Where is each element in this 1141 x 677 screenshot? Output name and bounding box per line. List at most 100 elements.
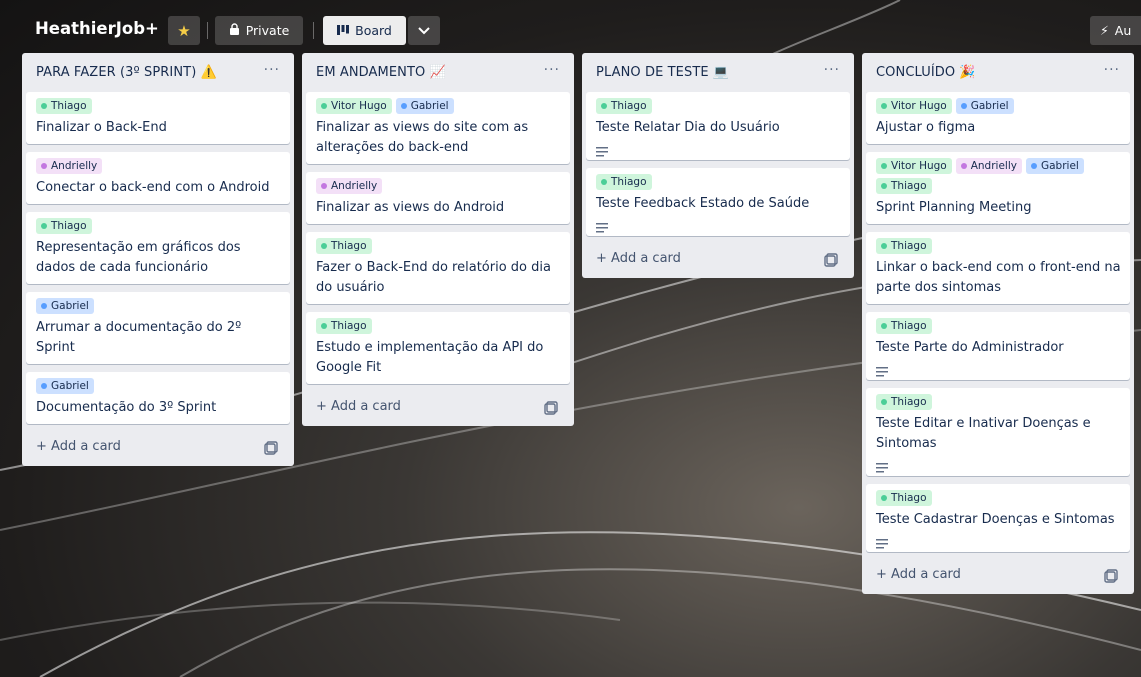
label-dot-icon	[881, 399, 887, 405]
card-labels: Andrielly	[316, 178, 562, 194]
add-card-button[interactable]: + Add a card	[876, 567, 961, 582]
lightning-icon: ⚡	[1100, 23, 1109, 38]
card[interactable]: Thiago Linkar o back-end com o front-end …	[866, 232, 1130, 304]
card[interactable]: Thiago Teste Editar e Inativar Doenças e …	[866, 388, 1130, 476]
card-labels: Thiago	[316, 318, 562, 334]
star-button[interactable]: ★	[168, 16, 200, 45]
card-label-text: Gabriel	[410, 100, 449, 112]
view-switcher-button[interactable]	[408, 16, 440, 45]
visibility-button[interactable]: Private	[215, 16, 303, 45]
add-card-row: + Add a card	[306, 392, 570, 426]
add-card-row: + Add a card	[586, 244, 850, 278]
card-template-icon[interactable]	[544, 400, 558, 415]
card[interactable]: Gabriel Arrumar a documentação do 2º Spri…	[26, 292, 290, 364]
card[interactable]: Thiago Fazer o Back-End do relatório do d…	[306, 232, 570, 304]
card-label[interactable]: Thiago	[876, 238, 932, 254]
card-template-icon[interactable]	[264, 440, 278, 455]
card-title: Arrumar a documentação do 2º Sprint	[36, 320, 242, 355]
card-label[interactable]: Thiago	[876, 318, 932, 334]
card-title: Conectar o back-end com o Android	[36, 180, 270, 195]
card-label[interactable]: Thiago	[876, 178, 932, 194]
list-title[interactable]: EM ANDAMENTO 📈	[316, 65, 446, 80]
list-header: EM ANDAMENTO 📈 ···	[306, 53, 570, 92]
card-title: Teste Feedback Estado de Saúde	[596, 196, 810, 211]
label-dot-icon	[601, 103, 607, 109]
card[interactable]: Thiago Teste Parte do Administrador	[866, 312, 1130, 380]
list-title[interactable]: PLANO DE TESTE 💻	[596, 65, 729, 80]
card-label[interactable]: Thiago	[876, 490, 932, 506]
card-label[interactable]: Thiago	[36, 218, 92, 234]
star-icon: ★	[177, 21, 191, 40]
card-label-text: Andrielly	[331, 180, 378, 192]
card-label[interactable]: Vitor Hugo	[316, 98, 392, 114]
card[interactable]: Thiago Teste Feedback Estado de Saúde	[586, 168, 850, 236]
card-label[interactable]: Thiago	[36, 98, 92, 114]
card-label[interactable]: Andrielly	[316, 178, 383, 194]
card[interactable]: Thiago Teste Relatar Dia do Usuário	[586, 92, 850, 160]
more-icon[interactable]: ···	[1104, 62, 1120, 78]
more-icon[interactable]: ···	[544, 62, 560, 78]
board-title[interactable]: HeathierJob+	[35, 19, 159, 38]
list: EM ANDAMENTO 📈 ··· Vitor Hugo Gabriel Finali…	[302, 53, 574, 426]
label-dot-icon	[960, 163, 967, 169]
board-header: HeathierJob+ ★ Private Board ⚡ Au	[0, 0, 1141, 50]
card-template-icon[interactable]	[824, 252, 838, 267]
card[interactable]: Thiago Estudo e implementação da API do G…	[306, 312, 570, 384]
card-labels: Thiago	[876, 318, 1122, 334]
card-title: Fazer o Back-End do relatório do dia do …	[316, 260, 551, 295]
card-template-icon[interactable]	[1104, 568, 1118, 583]
card-label[interactable]: Andrielly	[955, 158, 1022, 174]
card[interactable]: Gabriel Documentação do 3º Sprint	[26, 372, 290, 424]
label-dot-icon	[881, 183, 887, 189]
more-icon[interactable]: ···	[824, 62, 840, 78]
label-dot-icon	[41, 303, 47, 309]
card[interactable]: Vitor Hugo Gabriel Finalizar as views do s…	[306, 92, 570, 164]
card-label[interactable]: Gabriel	[36, 298, 94, 314]
card-label[interactable]: Gabriel	[1025, 158, 1084, 174]
card-title: Sprint Planning Meeting	[876, 200, 1032, 215]
card-labels: Thiago	[316, 238, 562, 254]
card-label-text: Thiago	[331, 320, 367, 332]
list-title[interactable]: PARA FAZER (3º SPRINT) ⚠️	[36, 65, 217, 80]
card-label[interactable]: Gabriel	[955, 98, 1014, 114]
header-divider	[313, 22, 314, 39]
card-label[interactable]: Thiago	[316, 238, 372, 254]
automation-label: Au	[1114, 23, 1132, 38]
list-header: PLANO DE TESTE 💻 ···	[586, 53, 850, 92]
card[interactable]: Andrielly Finalizar as views do Android	[306, 172, 570, 224]
card-label[interactable]: Gabriel	[395, 98, 454, 114]
card[interactable]: Thiago Teste Cadastrar Doenças e Sintomas	[866, 484, 1130, 552]
card[interactable]: Vitor Hugo Andrielly Gabriel Thiago Sprint P…	[866, 152, 1130, 224]
card-label[interactable]: Andrielly	[36, 158, 103, 174]
card-label[interactable]: Gabriel	[36, 378, 94, 394]
card-label[interactable]: Thiago	[596, 174, 652, 190]
automation-button[interactable]: ⚡ Au	[1090, 16, 1141, 45]
add-card-button[interactable]: + Add a card	[36, 439, 121, 454]
card-label[interactable]: Vitor Hugo	[876, 158, 952, 174]
visibility-label: Private	[245, 23, 290, 38]
more-icon[interactable]: ···	[264, 62, 280, 78]
card-title: Teste Editar e Inativar Doenças e Sintom…	[876, 416, 1091, 451]
label-dot-icon	[601, 179, 607, 185]
add-card-button[interactable]: + Add a card	[596, 251, 681, 266]
card[interactable]: Andrielly Conectar o back-end com o Andro…	[26, 152, 290, 204]
card[interactable]: Thiago Finalizar o Back-End	[26, 92, 290, 144]
card-labels: Gabriel	[36, 378, 282, 394]
card-labels: Thiago	[876, 394, 1122, 410]
card-label[interactable]: Thiago	[596, 98, 652, 114]
card-label-text: Thiago	[891, 492, 927, 504]
board-view-button[interactable]: Board	[323, 16, 406, 45]
card-labels: Thiago	[596, 98, 842, 114]
card-label[interactable]: Thiago	[316, 318, 372, 334]
card-labels: Gabriel	[36, 298, 282, 314]
card-label[interactable]: Vitor Hugo	[876, 98, 952, 114]
list: PLANO DE TESTE 💻 ··· Thiago Teste Relatar D…	[582, 53, 854, 278]
card-label[interactable]: Thiago	[876, 394, 932, 410]
card[interactable]: Thiago Representação em gráficos dos dado…	[26, 212, 290, 284]
card[interactable]: Vitor Hugo Gabriel Ajustar o figma	[866, 92, 1130, 144]
add-card-button[interactable]: + Add a card	[316, 399, 401, 414]
list-title[interactable]: CONCLUÍDO 🎉	[876, 65, 976, 80]
label-dot-icon	[321, 323, 327, 329]
label-dot-icon	[41, 163, 47, 169]
card-title: Estudo e implementação da API do Google …	[316, 340, 544, 375]
